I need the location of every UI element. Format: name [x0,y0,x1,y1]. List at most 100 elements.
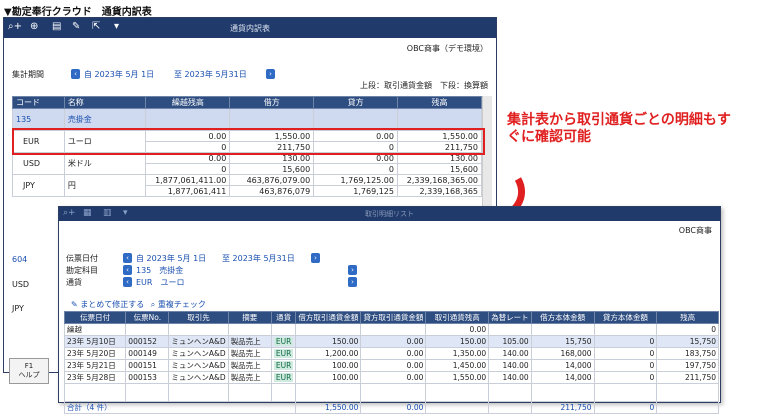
lower-currency-code[interactable]: JPY [12,304,24,313]
lower-currency-code[interactable]: USD [12,280,29,289]
cell: 2,339,168,365 [396,185,483,197]
col-balance[interactable]: 残高 [396,96,483,109]
col-partner[interactable]: 取引先 [168,311,229,324]
cell: 197,750 [656,359,719,372]
next-date-button[interactable]: › [311,253,320,263]
cell: 製品売上 [227,359,272,372]
date-to[interactable]: 至 2023年 5月31日 [222,253,295,264]
col-rate[interactable]: 為替レート [488,311,532,324]
cell: 000152 [125,335,170,348]
cell: 1,200.00 [295,347,362,360]
next-period-button[interactable]: › [266,69,275,79]
cell: 0 [145,163,231,175]
table-row[interactable]: 23年 5月20日 000149 ミュンヘンA&D 製品売上 EUR 1,200… [63,347,719,360]
cell: 0.00 [360,359,427,372]
cell: 1,550.00 [425,371,490,384]
cell: 0 [593,401,658,414]
cell: ミュンヘンA&D [168,347,229,360]
cell: 150.00 [425,335,490,348]
table-row[interactable]: JPY 円 1,877,061,411.00 463,876,079.00 1,… [12,174,483,197]
col-code[interactable]: コード [12,96,65,109]
cell: 463,876,079.00 [229,174,315,186]
cell: 0.00 [360,371,427,384]
period-label: 集計期間 [12,70,44,79]
cell: 23年 5月10日 [63,335,127,348]
cell: 140.00 [488,359,532,372]
cell: 0 [593,347,658,360]
transaction-list-window: ⌕+ ▦ ▥ ▾ 取引明細リスト OBC商事 伝票日付 ‹ 自 2023年 5月… [58,206,721,414]
currency-label: 通貨 [66,278,82,287]
prev-date-button[interactable]: ‹ [123,253,132,263]
period-to[interactable]: 至 2023年 5月31日 [174,69,247,80]
table-row[interactable]: 繰越 0.00 0 [63,323,719,336]
cell: 140.00 [488,371,532,384]
help-button[interactable]: F1 ヘルプ [9,358,49,384]
prev-currency-button[interactable]: ‹ [123,277,132,287]
col-date[interactable]: 伝票日付 [63,311,127,324]
col-debit-fx[interactable]: 借方取引通貨金額 [295,311,362,324]
cell: 211,750 [530,401,595,414]
col-credit-fx[interactable]: 貸方取引通貨金額 [360,311,427,324]
prev-period-button[interactable]: ‹ [71,69,80,79]
table-header: コード 名称 繰越残高 借方 貸方 残高 [12,96,483,109]
main-toolbar: ⌕+ ⊕ ▤ ✎ ⇱ ▾ 通貨内訳表 [4,18,496,38]
cell: 105.00 [488,335,532,348]
account-value[interactable]: 135 売掛金 [136,265,183,276]
highlight-box [12,128,485,155]
next-currency-button[interactable]: › [348,277,357,287]
cell: 製品売上 [227,371,272,384]
table-row[interactable]: 23年 5月21日 000151 ミュンヘンA&D 製品売上 EUR 100.0… [63,359,719,372]
period-from[interactable]: 自 2023年 5月 1日 [84,69,154,80]
date-from[interactable]: 自 2023年 5月 1日 [136,253,206,264]
cell: 211,750 [656,371,719,384]
total-row: 合計（4 件） 1,550.00 0.00 211,750 0 [63,401,719,414]
cell: 14,000 [530,359,595,372]
cell: 463,876,079 [229,185,315,197]
currency-value[interactable]: EUR ユーロ [136,277,184,288]
table-header: 伝票日付 伝票No. 取引先 摘要 通貨 借方取引通貨金額 貸方取引通貨金額 取… [63,311,719,324]
col-credit-jpy[interactable]: 貸方本体金額 [593,311,658,324]
cell: 15,600 [229,163,315,175]
currency-code: JPY [12,174,65,197]
cell: 15,750 [656,335,719,348]
col-balance-fx[interactable]: 取引通貨残高 [425,311,490,324]
bulk-edit-icon: ✎ [71,300,78,309]
table-row[interactable]: 23年 5月10日 000152 ミュンヘンA&D 製品売上 EUR 150.0… [63,335,719,348]
currency-name: 米ドル [63,152,147,175]
col-no[interactable]: 伝票No. [125,311,170,324]
cell: 15,600 [396,163,483,175]
duplicate-check-link[interactable]: 重複チェック [158,300,206,309]
cell: ミュンヘンA&D [168,371,229,384]
account-label: 勘定科目 [66,266,98,275]
col-name[interactable]: 名称 [63,96,147,109]
col-memo[interactable]: 摘要 [227,311,272,324]
cell: 15,750 [530,335,595,348]
col-credit[interactable]: 貸方 [313,96,398,109]
lower-account-code[interactable]: 604 [12,255,27,264]
cell: 1,877,061,411 [145,185,231,197]
cell: 2,339,168,365.00 [396,174,483,186]
cell: 0 [593,359,658,372]
table-row [63,383,719,402]
prev-account-button[interactable]: ‹ [123,265,132,275]
next-account-button[interactable]: › [348,265,357,275]
cell: 100.00 [295,359,362,372]
table-row[interactable]: 23年 5月28日 000153 ミュンヘンA&D 製品売上 EUR 100.0… [63,371,719,384]
bulk-edit-link[interactable]: まとめて修正する [80,300,144,309]
currency-tag: EUR [273,373,294,382]
cell: ミュンヘンA&D [168,359,229,372]
cell: 1,450.00 [425,359,490,372]
cell: 0 [656,323,719,336]
cell: 1,550.00 [295,401,362,414]
cell: 100.00 [295,371,362,384]
cell: 0.00 [360,347,427,360]
cell: ミュンヘンA&D [168,335,229,348]
col-debit[interactable]: 借方 [229,96,315,109]
col-balance[interactable]: 残高 [656,311,719,324]
col-debit-jpy[interactable]: 借方本体金額 [530,311,595,324]
cell: 150.00 [295,335,362,348]
col-carry[interactable]: 繰越残高 [145,96,231,109]
cell: 23年 5月21日 [63,359,127,372]
currency-code: USD [12,152,65,175]
col-currency[interactable]: 通貨 [270,311,297,324]
